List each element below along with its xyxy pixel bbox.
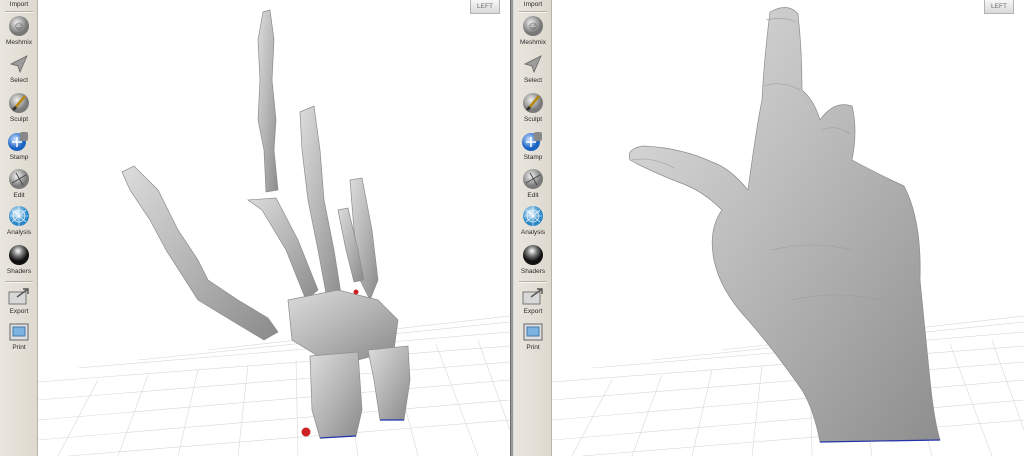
stamp-label: Stamp — [9, 154, 29, 161]
export-label: Export — [9, 308, 29, 315]
analysis-button[interactable]: Analysis — [0, 204, 38, 237]
select-button[interactable]: Select — [0, 52, 38, 85]
sculpt-label: Sculpt — [9, 116, 29, 123]
meshmix-label: Meshmix — [519, 39, 546, 46]
3d-viewport-left[interactable]: LEFT — [38, 0, 510, 456]
svg-text:☺: ☺ — [15, 22, 23, 31]
export-icon — [8, 288, 29, 305]
edit-button[interactable]: Edit — [0, 167, 38, 200]
print-label: Print — [12, 344, 26, 351]
shaders-button[interactable]: Shaders — [0, 243, 38, 276]
view-cube-face-label[interactable]: LEFT — [470, 0, 500, 14]
toolbar-divider — [519, 11, 547, 13]
sculpt-brush-icon — [523, 93, 543, 113]
stamp-button[interactable]: Stamp — [0, 129, 38, 162]
print-icon — [523, 323, 543, 341]
viewport-panel-left: Import ☺ Meshmix Select Sculpt Stamp Edi… — [0, 0, 510, 456]
sculpt-label: Sculpt — [523, 116, 543, 123]
marker-sphere[interactable] — [353, 289, 359, 295]
export-icon — [522, 288, 543, 305]
sculpt-brush-icon — [9, 93, 29, 113]
import-label: Import — [9, 1, 29, 8]
export-button[interactable]: Export — [514, 285, 552, 316]
select-label: Select — [523, 77, 543, 84]
shaders-label: Shaders — [520, 268, 546, 275]
print-button[interactable]: Print — [514, 321, 552, 352]
stamp-icon — [8, 132, 28, 151]
analysis-label: Analysis — [520, 229, 546, 236]
toolbar-divider — [5, 11, 33, 13]
print-label: Print — [526, 344, 540, 351]
tool-sidebar-right: Import ☺ Meshmix Select Sculpt Stamp Edi… — [514, 0, 552, 456]
floor-grid — [38, 315, 510, 456]
select-arrow-icon — [523, 55, 542, 74]
view-cube-face-label[interactable]: LEFT — [984, 0, 1014, 14]
meshmix-label: Meshmix — [5, 39, 32, 46]
scene-canvas — [552, 7, 1024, 456]
sculpt-button[interactable]: Sculpt — [514, 91, 552, 124]
meshmix-button[interactable]: ☺ Meshmix — [0, 14, 38, 47]
analysis-label: Analysis — [6, 229, 32, 236]
svg-text:☺: ☺ — [529, 22, 537, 31]
import-button[interactable]: Import — [0, 0, 38, 9]
shaders-sphere-icon — [9, 245, 29, 265]
import-button[interactable]: Import — [514, 0, 552, 9]
edit-label: Edit — [527, 192, 539, 199]
analysis-sphere-icon — [523, 206, 543, 226]
meshmix-icon: ☺ — [523, 16, 543, 36]
scene-canvas — [38, 9, 510, 456]
hand-skin-model[interactable] — [628, 7, 941, 443]
marker-sphere[interactable] — [301, 427, 311, 437]
stamp-button[interactable]: Stamp — [514, 129, 552, 162]
sculpt-button[interactable]: Sculpt — [0, 91, 38, 124]
view-cube[interactable]: LEFT — [468, 0, 504, 18]
analysis-button[interactable]: Analysis — [514, 204, 552, 237]
select-button[interactable]: Select — [514, 52, 552, 85]
meshmix-button[interactable]: ☺ Meshmix — [514, 14, 552, 47]
edit-icon — [523, 169, 543, 189]
viewport-panel-right: Import ☺ Meshmix Select Sculpt Stamp Edi… — [514, 0, 1024, 456]
edit-button[interactable]: Edit — [514, 167, 552, 200]
shaders-label: Shaders — [6, 268, 32, 275]
3d-viewport-right[interactable]: LEFT — [552, 0, 1024, 456]
edit-icon — [9, 169, 29, 189]
export-button[interactable]: Export — [0, 285, 38, 316]
export-label: Export — [523, 308, 543, 315]
shaders-sphere-icon — [523, 245, 543, 265]
toolbar-divider — [5, 281, 33, 283]
select-arrow-icon — [9, 55, 28, 74]
print-icon — [9, 323, 29, 341]
tool-sidebar-left: Import ☺ Meshmix Select Sculpt Stamp Edi… — [0, 0, 38, 456]
import-label: Import — [523, 1, 543, 8]
view-cube[interactable]: LEFT — [982, 0, 1018, 18]
print-button[interactable]: Print — [0, 321, 38, 352]
shaders-button[interactable]: Shaders — [514, 243, 552, 276]
edit-label: Edit — [13, 192, 25, 199]
analysis-sphere-icon — [9, 206, 29, 226]
select-label: Select — [9, 77, 29, 84]
stamp-label: Stamp — [523, 154, 543, 161]
toolbar-divider — [519, 281, 547, 283]
meshmix-icon: ☺ — [9, 16, 29, 36]
stamp-icon — [522, 132, 542, 151]
